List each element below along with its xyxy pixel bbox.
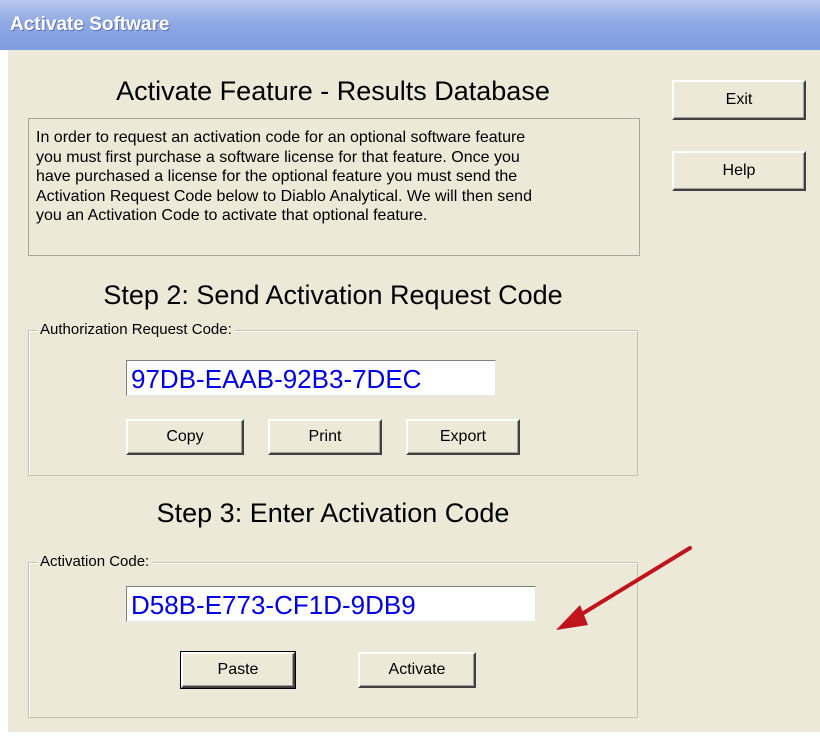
step3-title: Step 3: Enter Activation Code bbox=[156, 498, 510, 528]
copy-button[interactable]: Copy bbox=[126, 419, 244, 455]
help-button[interactable]: Help bbox=[672, 151, 806, 191]
print-button-label: Print bbox=[308, 428, 342, 445]
activate-button[interactable]: Activate bbox=[358, 652, 476, 688]
export-button-label: Export bbox=[439, 428, 487, 445]
activation-code-input[interactable]: D58B-E773-CF1D-9DB9 bbox=[126, 586, 536, 622]
exit-button[interactable]: Exit bbox=[672, 80, 806, 120]
info-line: have purchased a license for the optiona… bbox=[36, 168, 518, 186]
exit-button-label: Exit bbox=[725, 91, 753, 108]
authorization-request-label: Authorization Request Code: bbox=[37, 321, 235, 338]
copy-button-label: Copy bbox=[166, 428, 204, 445]
title-bar[interactable]: Activate Software bbox=[0, 0, 820, 50]
info-line: In order to request an activation code f… bbox=[36, 129, 526, 146]
info-line: you must first purchase a software licen… bbox=[36, 148, 520, 166]
paste-button-label: Paste bbox=[217, 661, 259, 678]
window-title: Activate Software bbox=[10, 14, 170, 35]
info-line: you an Activation Code to activate that … bbox=[36, 207, 428, 225]
info-text: In order to request an activation code f… bbox=[36, 128, 634, 226]
paste-button[interactable]: Paste bbox=[180, 651, 296, 689]
print-button[interactable]: Print bbox=[268, 419, 382, 455]
export-button[interactable]: Export bbox=[406, 419, 520, 455]
feature-title: Activate Feature - Results Database bbox=[116, 76, 550, 106]
authorization-request-code-field[interactable]: 97DB-EAAB-92B3-7DEC bbox=[126, 360, 496, 396]
activate-button-label: Activate bbox=[388, 661, 446, 678]
window-bottom-edge bbox=[0, 732, 820, 738]
activate-software-window: Activate Software Activate Feature - Res… bbox=[0, 0, 820, 738]
info-box: In order to request an activation code f… bbox=[28, 118, 640, 256]
step2-title: Step 2: Send Activation Request Code bbox=[103, 280, 563, 310]
activation-code-label: Activation Code: bbox=[37, 553, 153, 570]
info-line: Activation Request Code below to Diablo … bbox=[36, 187, 532, 205]
help-button-label: Help bbox=[722, 162, 756, 179]
